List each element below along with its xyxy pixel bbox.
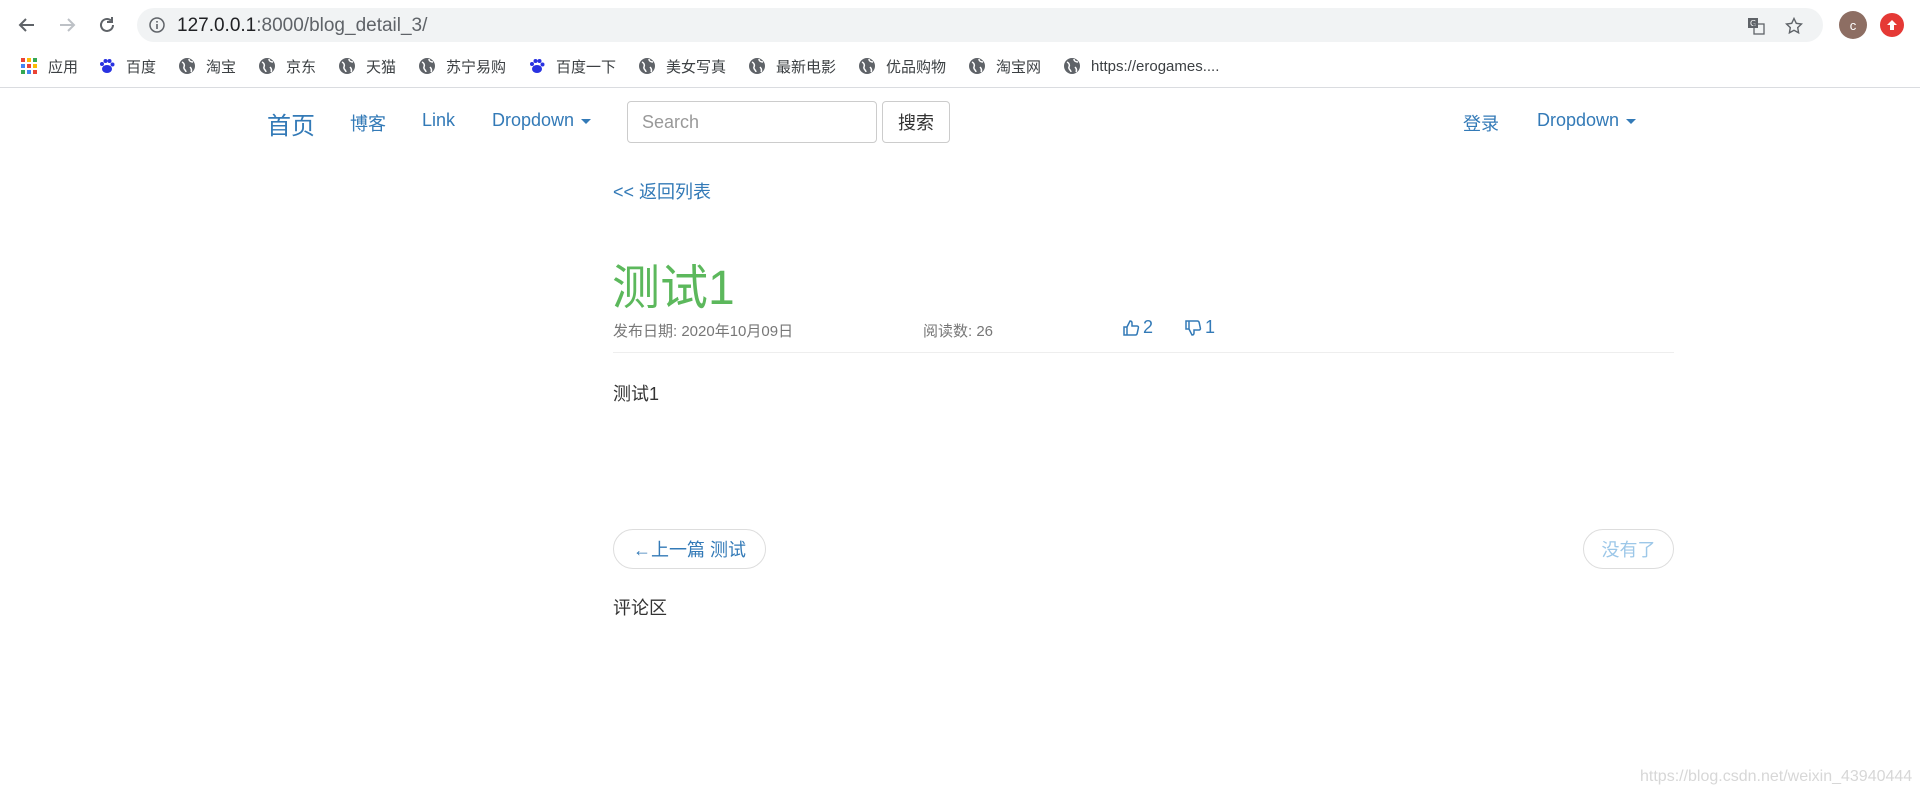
back-to-list-link[interactable]: << 返回列表: [613, 178, 711, 204]
bookmark-taobao-net[interactable]: 淘宝网: [968, 55, 1041, 77]
bookmark-shopping[interactable]: 优品购物: [858, 55, 946, 77]
nav-dropdown-label: Dropdown: [1537, 110, 1620, 130]
globe-icon: [968, 57, 986, 75]
bookmark-photos[interactable]: 美女写真: [638, 55, 726, 77]
reload-icon[interactable]: [93, 11, 121, 39]
globe-icon: [638, 57, 656, 75]
bookmark-star-icon[interactable]: [1784, 16, 1804, 40]
bookmark-label: 美女写真: [666, 58, 727, 76]
baidu-paw-icon: [528, 57, 546, 75]
globe-icon: [258, 57, 276, 75]
nav-brand-home[interactable]: 首页: [267, 106, 315, 141]
site-navbar: 首页 博客 Link Dropdown 搜索 登录 Dropdown: [0, 88, 1920, 153]
bookmark-label: 天猫: [366, 58, 397, 76]
next-post-button[interactable]: 没有了: [1583, 529, 1674, 569]
caret-down-icon: [1626, 118, 1637, 124]
bookmark-label: 最新电影: [776, 58, 837, 76]
dislike-count: 1: [1205, 317, 1216, 337]
bookmark-label: 百度: [126, 58, 157, 76]
watermark: https://blog.csdn.net/weixin_43940444: [1640, 768, 1913, 785]
bookmark-jd[interactable]: 京东: [258, 55, 316, 77]
baidu-paw-icon: [98, 57, 116, 75]
nav-dropdown-right[interactable]: Dropdown: [1537, 110, 1637, 131]
bookmark-label: https://erogames....: [1091, 57, 1220, 75]
bookmark-label: 京东: [286, 58, 317, 76]
globe-icon: [1063, 57, 1081, 75]
like-button[interactable]: 2: [1122, 317, 1153, 338]
bookmark-taobao[interactable]: 淘宝: [178, 55, 236, 77]
extension-upload-icon[interactable]: [1880, 13, 1904, 37]
globe-icon: [418, 57, 436, 75]
bookmark-label: 淘宝: [206, 58, 237, 76]
apps-grid-icon: [20, 57, 38, 75]
site-info-icon[interactable]: [149, 17, 165, 38]
thumbs-down-icon: [1185, 319, 1202, 336]
bookmark-label: 苏宁易购: [446, 58, 507, 76]
forward-arrow-icon[interactable]: [53, 11, 81, 39]
translate-icon[interactable]: G: [1747, 17, 1765, 40]
bookmark-apps[interactable]: 应用: [20, 55, 78, 77]
prev-post-button[interactable]: ←上一篇 测试: [613, 529, 766, 569]
bookmark-label: 淘宝网: [996, 58, 1042, 76]
search-button[interactable]: 搜索: [882, 101, 950, 143]
dislike-button[interactable]: 1: [1184, 317, 1215, 338]
read-count: 阅读数: 26: [923, 323, 994, 340]
address-bar[interactable]: 127.0.0.1:8000/blog_detail_3/ G: [137, 8, 1823, 42]
bookmark-movies[interactable]: 最新电影: [748, 55, 836, 77]
bookmark-label: 优品购物: [886, 58, 947, 76]
nav-dropdown-left[interactable]: Dropdown: [492, 110, 592, 131]
bookmark-label: 应用: [48, 58, 79, 76]
browser-toolbar: 127.0.0.1:8000/blog_detail_3/ G c: [0, 0, 1920, 50]
bookmarks-bar: 应用 百度 淘宝 京东 天猫 苏宁易购 百度一下 美女写真 最新电影 优品购物 …: [0, 50, 1920, 82]
page-viewport: 首页 博客 Link Dropdown 搜索 登录 Dropdown << 返回…: [0, 88, 1920, 799]
bookmark-suning[interactable]: 苏宁易购: [418, 55, 506, 77]
browser-chrome: 127.0.0.1:8000/blog_detail_3/ G c 应用 百度 …: [0, 0, 1920, 88]
thumbs-up-icon: [1123, 319, 1140, 336]
bookmark-label: 百度一下: [556, 58, 617, 76]
globe-icon: [748, 57, 766, 75]
bookmark-erogames[interactable]: https://erogames....: [1063, 55, 1219, 77]
profile-avatar[interactable]: c: [1839, 11, 1867, 39]
publish-date: 发布日期: 2020年10月09日: [613, 323, 794, 340]
caret-down-icon: [581, 118, 592, 124]
url-text: 127.0.0.1:8000/blog_detail_3/: [177, 15, 427, 37]
article-content: 测试1: [613, 384, 660, 404]
nav-link-link[interactable]: Link: [422, 110, 455, 131]
nav-link-login[interactable]: 登录: [1463, 110, 1499, 136]
comments-heading: 评论区: [613, 598, 667, 618]
globe-icon: [858, 57, 876, 75]
bookmark-tmall[interactable]: 天猫: [338, 55, 396, 77]
url-path: :8000/blog_detail_3/: [256, 15, 428, 36]
bookmark-baidu-search[interactable]: 百度一下: [528, 55, 616, 77]
nav-link-blog[interactable]: 博客: [350, 110, 386, 136]
nav-dropdown-label: Dropdown: [492, 110, 575, 130]
url-host: 127.0.0.1: [177, 15, 257, 36]
back-arrow-icon[interactable]: [13, 11, 41, 39]
header-divider: [613, 352, 1674, 353]
globe-icon: [178, 57, 196, 75]
globe-icon: [338, 57, 356, 75]
article-title: 测试1: [612, 262, 735, 315]
bookmark-baidu[interactable]: 百度: [98, 55, 156, 77]
like-count: 2: [1143, 317, 1154, 337]
search-input[interactable]: [627, 101, 877, 143]
